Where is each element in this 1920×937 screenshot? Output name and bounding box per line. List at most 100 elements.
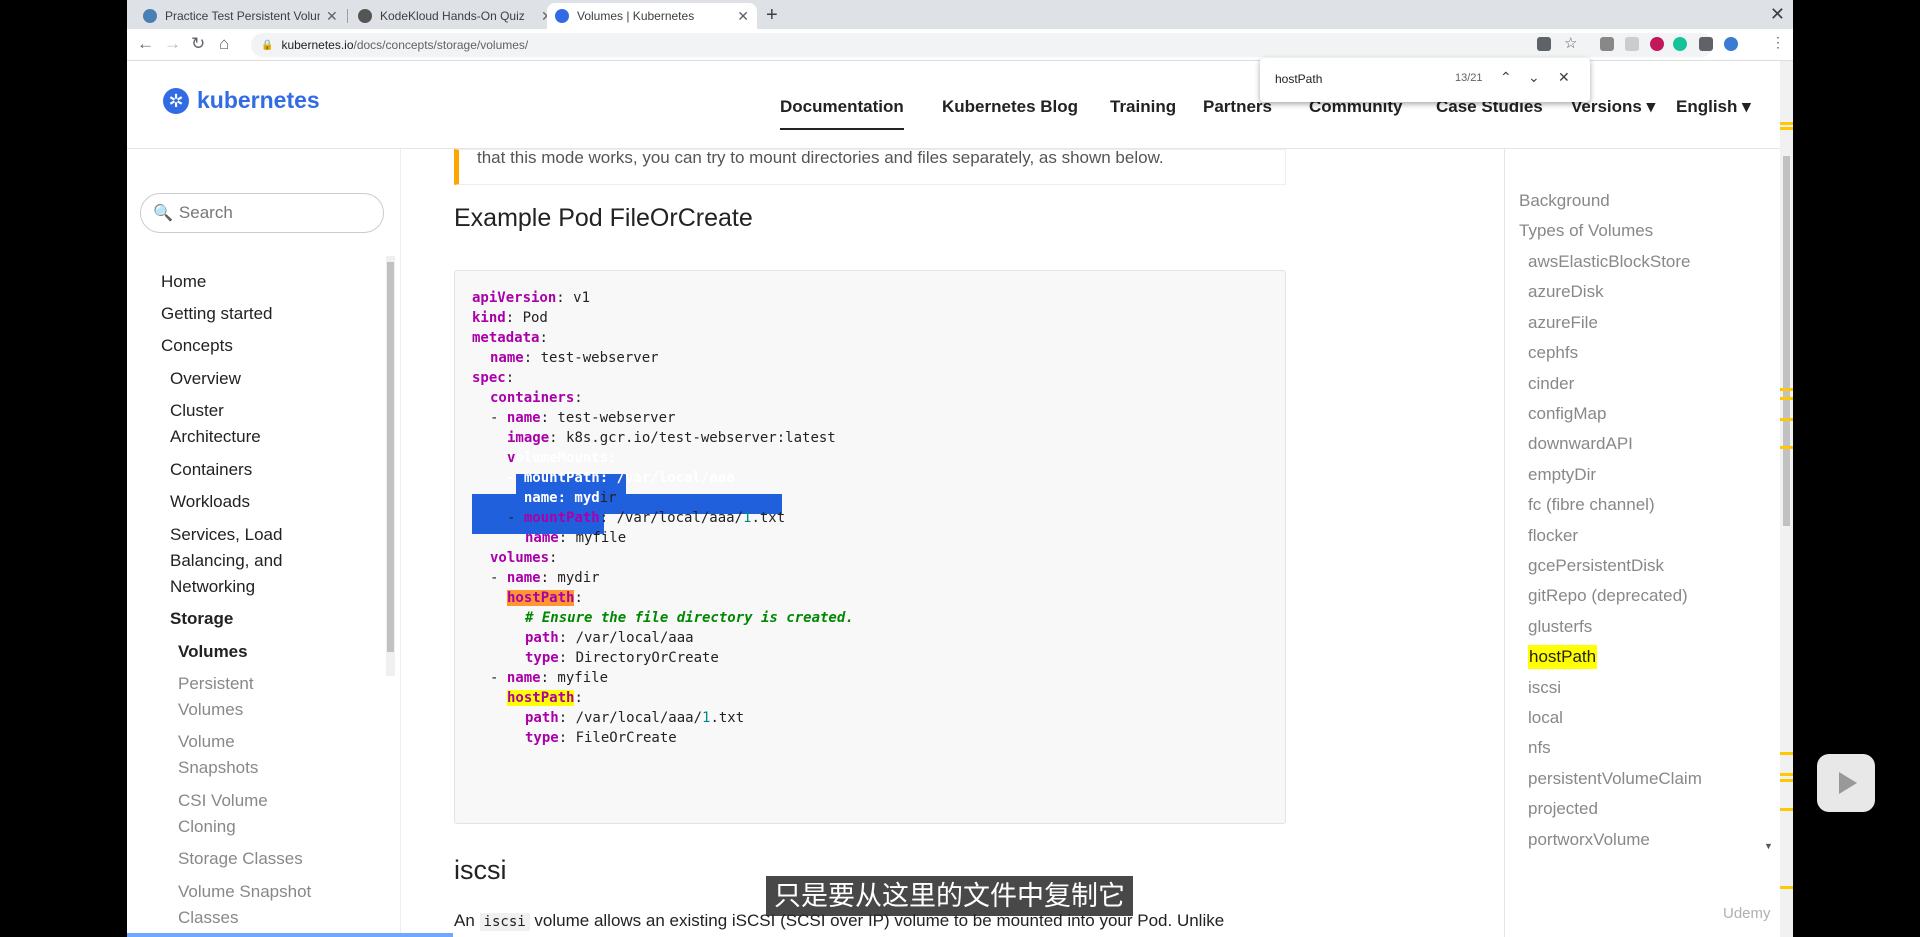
extension-icon[interactable] <box>1600 37 1614 51</box>
toc-item[interactable]: downwardAPI <box>1528 432 1633 456</box>
code-line: - name: test-webserver <box>490 410 676 426</box>
web-page: ✲ kubernetes Documentation Kubernetes Bl… <box>127 61 1780 937</box>
toc-item[interactable]: nfs <box>1528 736 1551 760</box>
search-input[interactable]: 🔍 Search <box>140 193 384 233</box>
code-line: name: mydir <box>507 490 617 506</box>
nav-documentation[interactable]: Documentation <box>780 97 904 130</box>
tab-kodekloud-quiz[interactable]: KodeKloud Hands-On Quiz ✕ <box>350 3 561 29</box>
extension-icon[interactable] <box>1650 37 1664 51</box>
toc-scroll-down-icon[interactable]: ▼ <box>1764 841 1773 851</box>
tab-practice-test[interactable]: Practice Test Persistent Volum ✕ <box>135 3 346 29</box>
toc-item[interactable]: projected <box>1528 797 1598 821</box>
find-prev-button[interactable]: ⌃ <box>1500 69 1512 86</box>
code-block[interactable]: apiVersion: v1 kind: Pod metadata: name:… <box>454 270 1286 824</box>
inline-code: iscsi <box>479 913 530 931</box>
sidebar-item-cluster-architecture[interactable]: Architecture <box>170 424 261 450</box>
sidebar-item-services[interactable]: Balancing, and <box>170 548 282 574</box>
code-line: - mountPath: /var/local/aaa/1.txt <box>507 510 786 526</box>
video-progress-bar[interactable] <box>127 933 453 937</box>
favicon-icon <box>143 9 157 23</box>
lock-icon: 🔒 <box>261 39 274 51</box>
sidebar-item-volume-snapshot-classes[interactable]: Classes <box>178 905 238 931</box>
toc-item[interactable]: local <box>1528 706 1563 730</box>
menu-kebab-icon[interactable]: ⋮ <box>1771 34 1785 51</box>
find-close-button[interactable]: ✕ <box>1558 69 1570 86</box>
toc-item[interactable]: emptyDir <box>1528 463 1596 487</box>
toc-item[interactable]: azureFile <box>1528 311 1598 335</box>
find-next-button[interactable]: ⌄ <box>1528 69 1540 86</box>
bookmark-star-icon[interactable]: ☆ <box>1564 34 1577 52</box>
profile-avatar[interactable] <box>1724 37 1738 51</box>
find-match-current: hostPath <box>507 590 575 606</box>
find-marker <box>1780 388 1793 391</box>
toc-item[interactable]: Background <box>1519 189 1610 213</box>
sidebar-item-concepts[interactable]: Concepts <box>161 333 233 359</box>
toc-item[interactable]: cephfs <box>1528 341 1578 365</box>
toc-item-hostpath[interactable]: hostPath <box>1528 645 1598 669</box>
toc-item[interactable]: gitRepo (deprecated) <box>1528 584 1688 608</box>
sidebar-item-volume-snapshots[interactable]: Volume <box>178 729 235 755</box>
nav-kubernetes-blog[interactable]: Kubernetes Blog <box>942 97 1078 117</box>
toc-item[interactable]: configMap <box>1528 402 1606 426</box>
sidebar-item-getting-started[interactable]: Getting started <box>161 301 273 327</box>
sidebar-item-storage[interactable]: Storage <box>170 606 233 632</box>
toc-item[interactable]: iscsi <box>1528 676 1561 700</box>
code-line: - name: mydir <box>490 570 600 586</box>
sidebar-item-volume-snapshot-classes[interactable]: Volume Snapshot <box>178 879 311 905</box>
kubernetes-logo[interactable]: ✲ kubernetes <box>163 87 320 114</box>
page-scrollbar[interactable] <box>1780 61 1793 937</box>
favicon-icon <box>358 9 372 23</box>
tab-volumes-kubernetes[interactable]: Volumes | Kubernetes ✕ <box>547 3 757 29</box>
sidebar-item-workloads[interactable]: Workloads <box>170 489 250 515</box>
sidebar-item-containers[interactable]: Containers <box>170 457 252 483</box>
tab-search-icon[interactable] <box>1537 37 1551 51</box>
toc-item[interactable]: Types of Volumes <box>1519 219 1653 243</box>
sidebar-item-persistent-volumes[interactable]: Volumes <box>178 697 243 723</box>
scrollbar-thumb[interactable] <box>1783 156 1790 526</box>
nav-english[interactable]: English ▾ <box>1676 97 1751 117</box>
find-match: hostPath <box>507 690 575 706</box>
home-icon[interactable]: ⌂ <box>219 34 229 54</box>
url-host: kubernetes.io <box>281 38 354 52</box>
extension-icon[interactable] <box>1625 37 1639 51</box>
sidebar-item-csi-volume-cloning[interactable]: Cloning <box>178 814 236 840</box>
reload-icon[interactable]: ↻ <box>191 34 205 54</box>
toc-item[interactable]: fc (fibre channel) <box>1528 493 1655 517</box>
sidebar-item-storage-classes[interactable]: Storage Classes <box>178 846 303 872</box>
close-tab-icon[interactable]: ✕ <box>737 8 749 25</box>
toc-item[interactable]: portworxVolume <box>1528 828 1650 852</box>
code-line: type: DirectoryOrCreate <box>525 650 719 666</box>
nav-training[interactable]: Training <box>1110 97 1176 117</box>
find-marker <box>1780 122 1793 125</box>
address-bar[interactable]: 🔒 kubernetes.io /docs/concepts/storage/v… <box>251 33 1713 57</box>
forward-icon[interactable]: → <box>164 34 181 54</box>
toc-item[interactable]: awsElasticBlockStore <box>1528 250 1691 274</box>
extensions-puzzle-icon[interactable] <box>1699 37 1713 51</box>
close-window-button[interactable]: ✕ <box>1770 4 1785 25</box>
sidebar-item-services[interactable]: Services, Load <box>170 522 282 548</box>
sidebar-item-home[interactable]: Home <box>161 269 206 295</box>
close-tab-icon[interactable]: ✕ <box>326 8 338 25</box>
find-marker <box>1780 886 1793 889</box>
sidebar-item-services[interactable]: Networking <box>170 574 255 600</box>
toc-item[interactable]: gcePersistentDisk <box>1528 554 1664 578</box>
sidebar-item-overview[interactable]: Overview <box>170 366 241 392</box>
find-input[interactable]: hostPath <box>1275 72 1322 86</box>
toc-item[interactable]: glusterfs <box>1528 615 1592 639</box>
sidebar-item-persistent-volumes[interactable]: Persistent <box>178 671 254 697</box>
sidebar-item-volumes[interactable]: Volumes <box>178 639 248 665</box>
sidebar-item-volume-snapshots[interactable]: Snapshots <box>178 755 258 781</box>
toc-item[interactable]: persistentVolumeClaim <box>1528 767 1702 791</box>
note-callout: that this mode works, you can try to mou… <box>454 149 1286 185</box>
code-line: path: /var/local/aaa/1.txt <box>525 710 745 726</box>
toc-item[interactable]: azureDisk <box>1528 280 1604 304</box>
bilibili-tv-icon <box>1817 754 1875 812</box>
grammarly-icon[interactable] <box>1673 37 1687 51</box>
toc-item[interactable]: flocker <box>1528 524 1578 548</box>
back-icon[interactable]: ← <box>137 34 154 54</box>
sidebar-item-cluster-architecture[interactable]: Cluster <box>170 398 224 424</box>
new-tab-button[interactable]: + <box>766 4 778 27</box>
toc-item[interactable]: cinder <box>1528 372 1574 396</box>
sidebar-item-csi-volume-cloning[interactable]: CSI Volume <box>178 788 268 814</box>
code-line: containers: <box>490 390 583 406</box>
